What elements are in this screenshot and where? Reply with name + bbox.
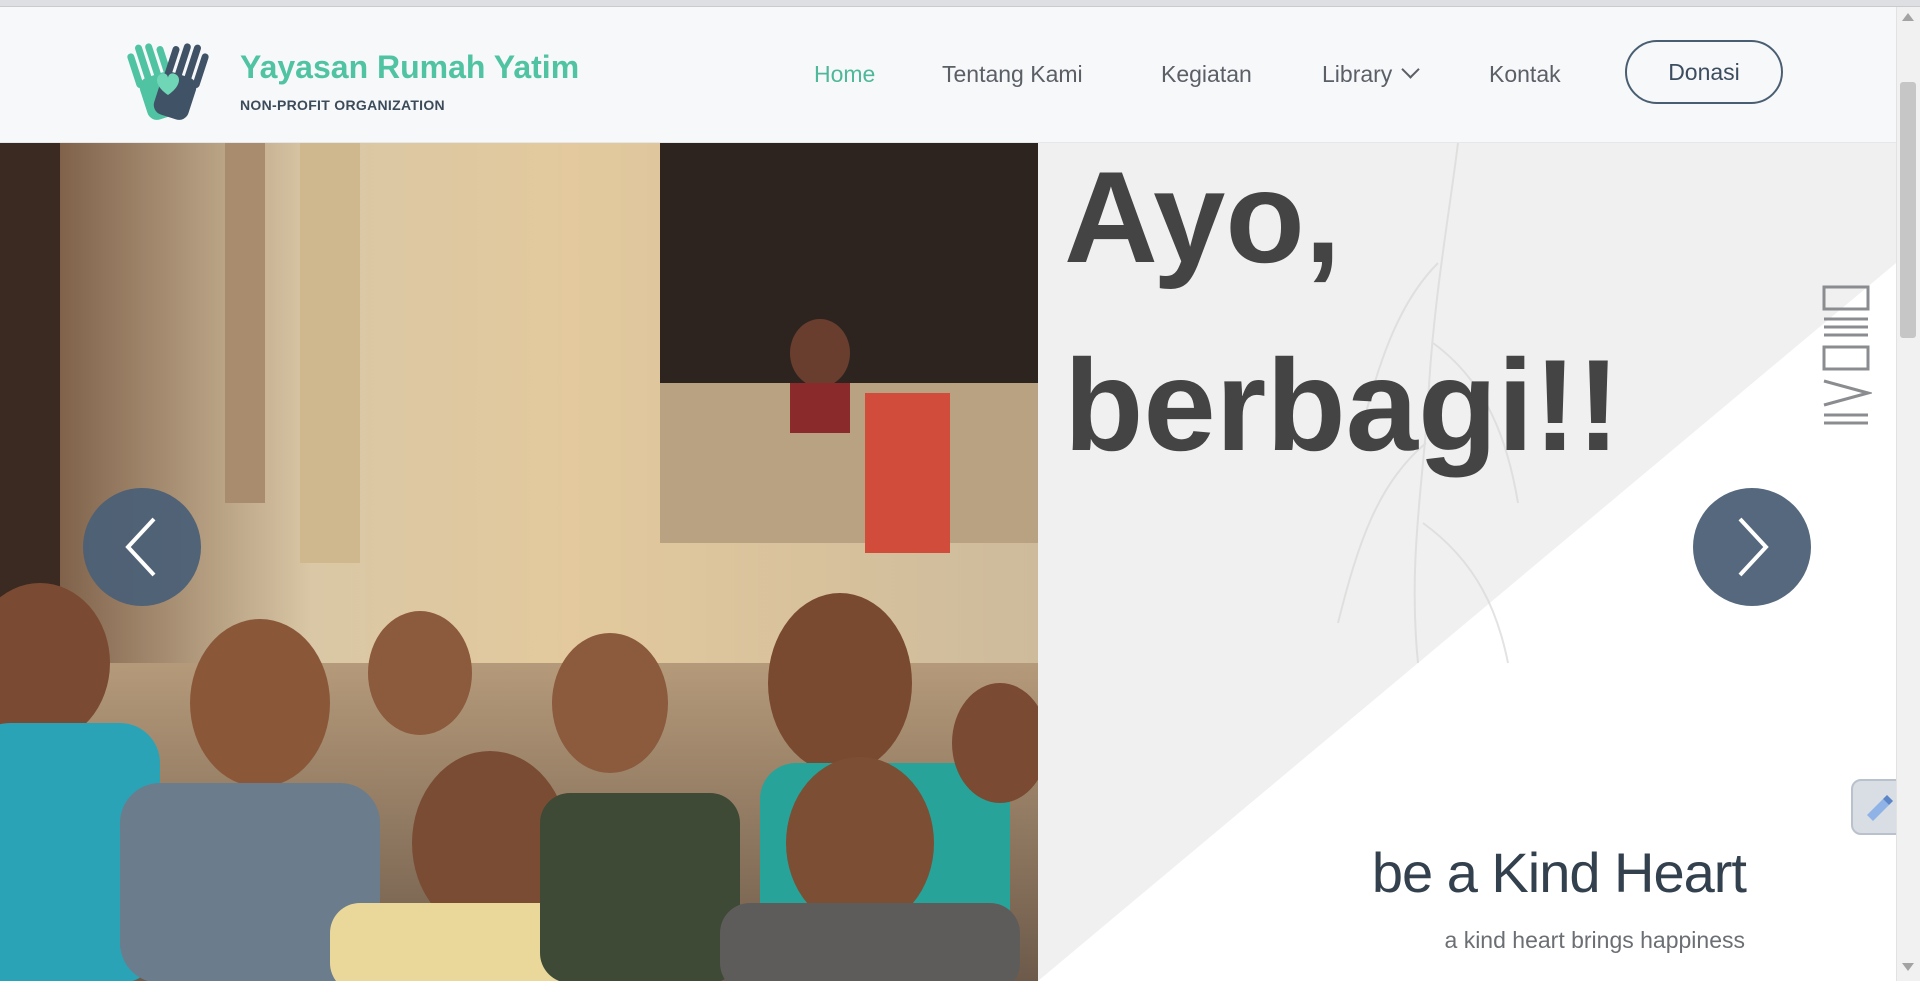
vertical-logo-icon [1822,285,1874,425]
hero-headline-line-1: Ayo, [1064,144,1341,290]
nav-item-kontak[interactable]: Kontak [1489,61,1561,88]
hero-subtitle: a kind heart brings happiness [1444,927,1745,953]
nav-item-library[interactable]: Library [1322,60,1421,88]
nav-item-library-label: Library [1322,61,1393,87]
nav-item-kegiatan[interactable]: Kegiatan [1161,61,1252,88]
chevron-left-icon [125,517,156,577]
nav-item-tentang-kami[interactable]: Tentang Kami [942,61,1083,88]
chevron-down-icon [1401,60,1421,79]
browser-top-edge [0,0,1920,7]
side-brand-mark [1818,283,1874,433]
scroll-down-arrow-icon[interactable] [1901,962,1915,972]
carousel-prev-button[interactable] [83,488,201,606]
main-nav: Home Tentang Kami Kegiatan Library Konta… [0,7,1896,143]
donate-button[interactable]: Donasi [1625,40,1783,104]
site-header: Yayasan Rumah Yatim NON-PROFIT ORGANIZAT… [0,7,1896,143]
scroll-up-arrow-icon[interactable] [1901,12,1915,22]
nav-item-home[interactable]: Home [814,61,875,88]
carousel-next-button[interactable] [1693,488,1811,606]
pencil-icon [1867,795,1893,821]
chevron-right-icon [1738,517,1769,577]
scrollbar-thumb[interactable] [1900,82,1916,338]
hero-title: be a Kind Heart [1371,841,1747,904]
hero-headline-line-2: berbagi!! [1064,332,1621,478]
